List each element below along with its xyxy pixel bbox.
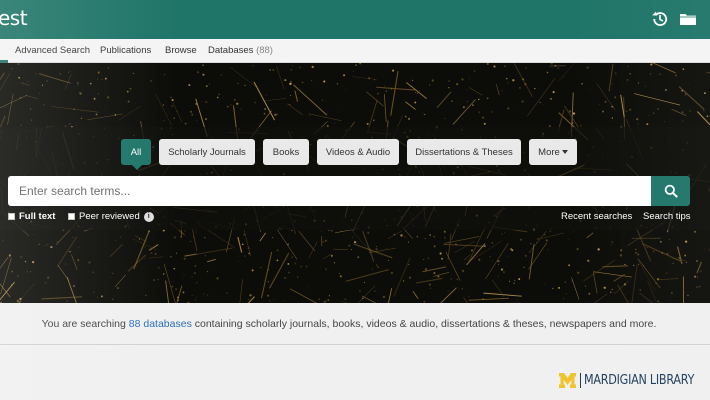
tab-more[interactable]: More [529, 139, 577, 165]
main-nav: Advanced Search Publications Browse Data… [0, 39, 710, 63]
history-icon[interactable] [651, 10, 669, 28]
active-tab-pointer [132, 165, 142, 170]
tab-videos-audio[interactable]: Videos & Audio [317, 139, 399, 165]
full-text-label: Full text [19, 211, 56, 222]
logo-text: MARDIGIAN LIBRARY [584, 373, 695, 388]
top-bar: est [0, 0, 710, 39]
info-icon[interactable]: i [143, 211, 154, 222]
mardigian-library-logo[interactable]: MARDIGIAN LIBRARY [559, 373, 710, 388]
nav-databases-label: Databases [208, 45, 254, 56]
info-prefix: You are searching [41, 318, 129, 330]
search-tips-link[interactable]: Search tips [643, 211, 691, 222]
logo-divider [580, 373, 581, 388]
peer-reviewed-label: Peer reviewed [79, 211, 140, 222]
database-info-text: You are searching 88 databases containin… [0, 318, 698, 330]
tab-scholarly-journals[interactable]: Scholarly Journals [159, 139, 255, 165]
nav-databases-count: (88) [256, 45, 273, 56]
databases-link[interactable]: 88 databases [129, 318, 192, 330]
database-info-bar: You are searching 88 databases containin… [0, 303, 710, 345]
caret-down-icon [561, 150, 568, 154]
full-text-option[interactable]: Full text [8, 211, 55, 222]
nav-publications[interactable]: Publications [100, 45, 151, 56]
tab-all[interactable]: All [121, 139, 151, 165]
search-input[interactable] [8, 176, 651, 206]
magnifier-icon [664, 184, 678, 198]
peer-reviewed-option[interactable]: Peer reviewed i [68, 211, 154, 222]
nav-databases[interactable]: Databases (88) [208, 45, 273, 56]
folder-icon[interactable] [679, 10, 697, 28]
nav-browse[interactable]: Browse [165, 45, 197, 56]
tab-more-label: More [538, 146, 560, 158]
block-m-logo-icon [559, 373, 576, 388]
peer-reviewed-checkbox[interactable] [68, 213, 75, 220]
tab-dissertations-theses[interactable]: Dissertations & Theses [407, 139, 521, 165]
search-button[interactable] [651, 176, 690, 206]
brand-logo[interactable]: est [0, 6, 28, 30]
nav-advanced-search[interactable]: Advanced Search [15, 45, 90, 56]
recent-searches-link[interactable]: Recent searches [561, 211, 632, 222]
info-suffix: containing scholarly journals, books, vi… [191, 318, 657, 330]
tab-books[interactable]: Books [263, 139, 309, 165]
full-text-checkbox[interactable] [8, 213, 15, 220]
